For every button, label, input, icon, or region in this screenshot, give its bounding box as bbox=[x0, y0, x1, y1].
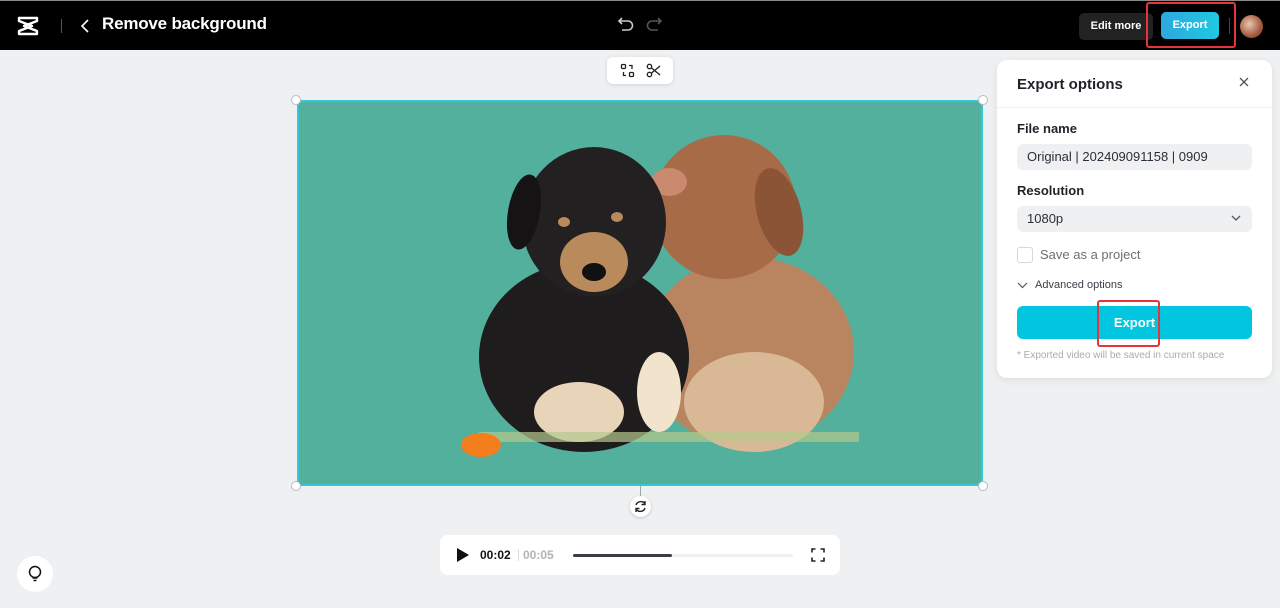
replace-icon[interactable] bbox=[620, 63, 635, 78]
chevron-down-icon[interactable] bbox=[1017, 281, 1028, 290]
resolution-label: Resolution bbox=[1017, 183, 1085, 198]
resize-handle-top-left[interactable] bbox=[291, 95, 301, 105]
progress-track[interactable] bbox=[573, 554, 793, 557]
scissors-icon[interactable] bbox=[646, 63, 661, 78]
export-button-header[interactable]: Export bbox=[1161, 12, 1219, 39]
user-avatar[interactable] bbox=[1240, 15, 1263, 38]
save-as-project-checkbox[interactable] bbox=[1017, 247, 1033, 263]
tips-button[interactable] bbox=[17, 556, 53, 592]
fullscreen-icon[interactable] bbox=[811, 548, 825, 562]
file-name-input[interactable]: Original | 202409091158 | 0909 bbox=[1017, 144, 1252, 170]
file-name-label: File name bbox=[1017, 121, 1077, 136]
export-note: * Exported video will be saved in curren… bbox=[1017, 350, 1225, 361]
undo-icon[interactable] bbox=[617, 15, 635, 33]
divider bbox=[518, 549, 519, 561]
resolution-value: 1080p bbox=[1027, 211, 1064, 226]
rotate-handle[interactable] bbox=[630, 496, 651, 517]
puppies-image bbox=[461, 135, 859, 457]
divider bbox=[1229, 18, 1230, 34]
resize-handle-bottom-right[interactable] bbox=[978, 481, 988, 491]
playback-bar: 00:02 00:05 bbox=[440, 535, 840, 575]
advanced-options-toggle[interactable]: Advanced options bbox=[1035, 279, 1122, 291]
capcut-logo-icon[interactable] bbox=[16, 15, 40, 37]
page-title: Remove background bbox=[102, 14, 267, 33]
canvas-toolbar bbox=[607, 57, 673, 84]
close-icon[interactable] bbox=[1237, 74, 1251, 90]
divider bbox=[997, 107, 1272, 108]
resize-handle-top-right[interactable] bbox=[978, 95, 988, 105]
chevron-down-icon bbox=[1231, 215, 1241, 221]
video-canvas[interactable] bbox=[297, 100, 983, 486]
progress-fill bbox=[573, 554, 672, 557]
play-icon[interactable] bbox=[456, 548, 469, 562]
current-time: 00:02 bbox=[480, 548, 511, 562]
duration: 00:05 bbox=[523, 548, 554, 562]
edit-more-button[interactable]: Edit more bbox=[1079, 13, 1153, 40]
resolution-select[interactable]: 1080p bbox=[1017, 206, 1252, 232]
divider bbox=[61, 19, 62, 33]
top-bar: Remove background Edit more Export bbox=[0, 0, 1280, 50]
save-as-project-label[interactable]: Save as a project bbox=[1040, 247, 1140, 262]
export-button[interactable]: Export bbox=[1017, 306, 1252, 339]
rotate-icon bbox=[635, 500, 646, 513]
redo-icon[interactable] bbox=[645, 15, 663, 33]
lightbulb-icon bbox=[28, 565, 42, 582]
panel-title: Export options bbox=[1017, 76, 1123, 93]
resize-handle-bottom-left[interactable] bbox=[291, 481, 301, 491]
export-options-panel: Export options File name Original | 2024… bbox=[997, 60, 1272, 378]
chevron-left-icon[interactable] bbox=[78, 15, 92, 37]
